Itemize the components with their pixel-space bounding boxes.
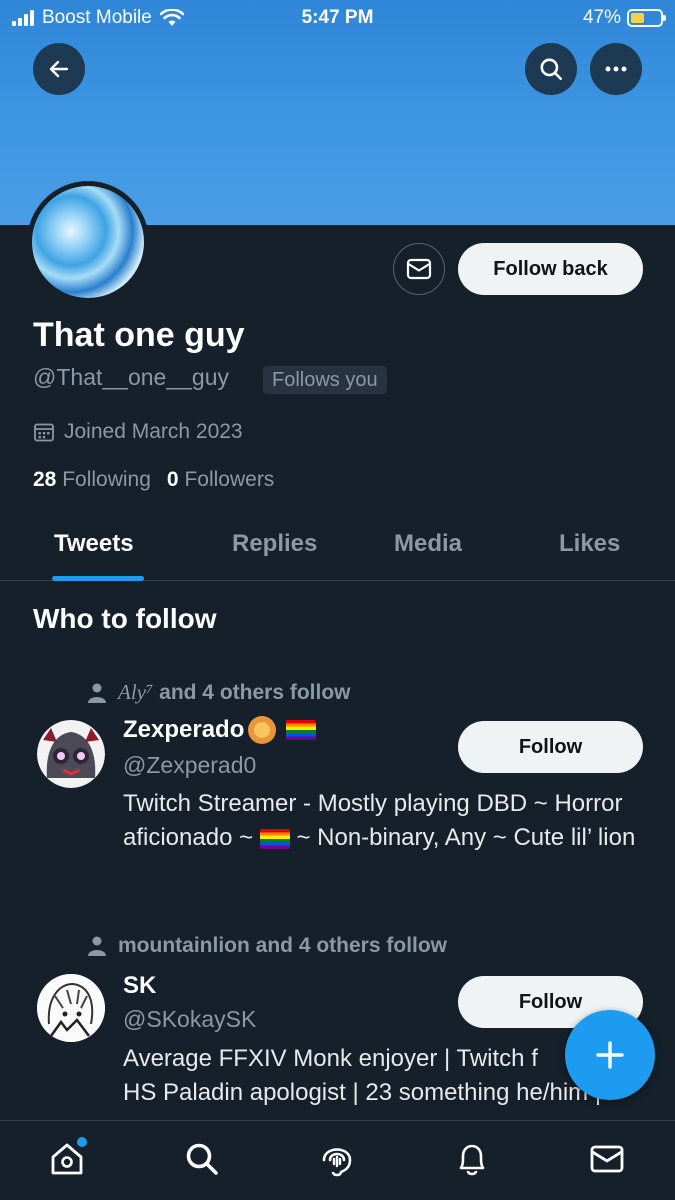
search-icon: [186, 1143, 218, 1175]
user-avatar[interactable]: [37, 974, 105, 1042]
joined-label: Joined March 2023: [64, 420, 243, 443]
avatar-illustration: [37, 974, 105, 1042]
plus-icon: [596, 1041, 624, 1069]
who-to-follow-title: Who to follow: [33, 603, 217, 634]
battery-fill: [631, 13, 645, 23]
person-icon: [88, 936, 106, 956]
follow-button[interactable]: Follow: [458, 721, 643, 773]
envelope-icon: [406, 258, 432, 280]
rainbow-flag-icon: [259, 828, 290, 849]
profile-handle: @That__one__guy: [33, 364, 229, 390]
battery-percent: 47%: [582, 7, 621, 28]
social-text: and 4 others follow: [159, 681, 351, 704]
profile-avatar[interactable]: [27, 181, 149, 303]
tab-tweets[interactable]: Tweets: [54, 530, 134, 558]
followers-label: Followers: [184, 468, 275, 491]
following-count: 28: [33, 468, 57, 491]
bio-text: ~ Non-binary, Any ~ Cute lil’ lion: [289, 824, 636, 851]
user-handle: @SKokaySK: [123, 1006, 257, 1032]
envelope-icon: [590, 1145, 624, 1173]
nav-messages[interactable]: [585, 1137, 629, 1181]
notification-dot: [77, 1137, 87, 1147]
user-handle: @Zexperad0: [123, 752, 257, 778]
user-avatar[interactable]: [37, 720, 105, 788]
avatar-image: [32, 186, 144, 298]
nav-notifications[interactable]: [450, 1137, 494, 1181]
social-context: Aly⁷ and 4 others follow: [88, 680, 351, 705]
calendar-icon: [34, 423, 54, 442]
tab-replies[interactable]: Replies: [232, 530, 317, 558]
follow-back-button[interactable]: Follow back: [458, 243, 643, 295]
person-icon: [88, 683, 106, 703]
followers-count: 0: [166, 468, 179, 491]
user-name[interactable]: Zexperado: [123, 716, 317, 744]
search-button[interactable]: [525, 43, 577, 95]
compose-button[interactable]: [565, 1010, 655, 1100]
tab-likes[interactable]: Likes: [559, 530, 620, 558]
following-link[interactable]: 28 Following: [33, 468, 151, 492]
tab-media[interactable]: Media: [394, 530, 462, 558]
follow-stats: 28 Following 0 Followers: [33, 468, 274, 492]
active-tab-indicator: [52, 576, 144, 581]
bell-icon: [459, 1144, 485, 1176]
following-label: Following: [62, 468, 151, 491]
clock: 5:47 PM: [301, 7, 374, 28]
battery-icon: [627, 9, 666, 27]
bottom-navigation: [0, 1120, 675, 1200]
user-name-text: Zexperado: [123, 716, 245, 743]
spaces-icon: [322, 1148, 352, 1177]
rainbow-flag-icon: [286, 720, 317, 740]
followers-link[interactable]: 0 Followers: [167, 468, 274, 492]
follows-you-badge: Follows you: [263, 366, 387, 394]
profile-tabs: Tweets Replies Media Likes: [0, 520, 675, 581]
avatar-illustration: [37, 720, 105, 788]
social-name: mountainlion: [118, 934, 250, 957]
arrow-left-icon: [49, 60, 69, 78]
social-name: Aly⁷: [118, 680, 154, 704]
nav-search[interactable]: [180, 1137, 224, 1181]
social-context: mountainlion and 4 others follow: [88, 934, 447, 958]
more-icon: [605, 66, 627, 72]
search-icon: [540, 58, 563, 81]
nav-spaces[interactable]: [315, 1137, 359, 1181]
user-bio: Twitch Streamer - Mostly playing DBD ~ H…: [123, 787, 653, 855]
display-name: That one guy: [33, 316, 245, 354]
joined-date: Joined March 2023: [33, 420, 243, 444]
back-button[interactable]: [33, 43, 85, 95]
social-text: and 4 others follow: [255, 934, 448, 957]
status-bar: Boost Mobile 5:47 PM 47%: [0, 0, 675, 36]
more-button[interactable]: [590, 43, 642, 95]
user-name[interactable]: SK: [123, 972, 156, 1000]
lion-emoji-icon: [248, 716, 277, 744]
message-button[interactable]: [393, 243, 445, 295]
nav-home[interactable]: [45, 1137, 89, 1181]
